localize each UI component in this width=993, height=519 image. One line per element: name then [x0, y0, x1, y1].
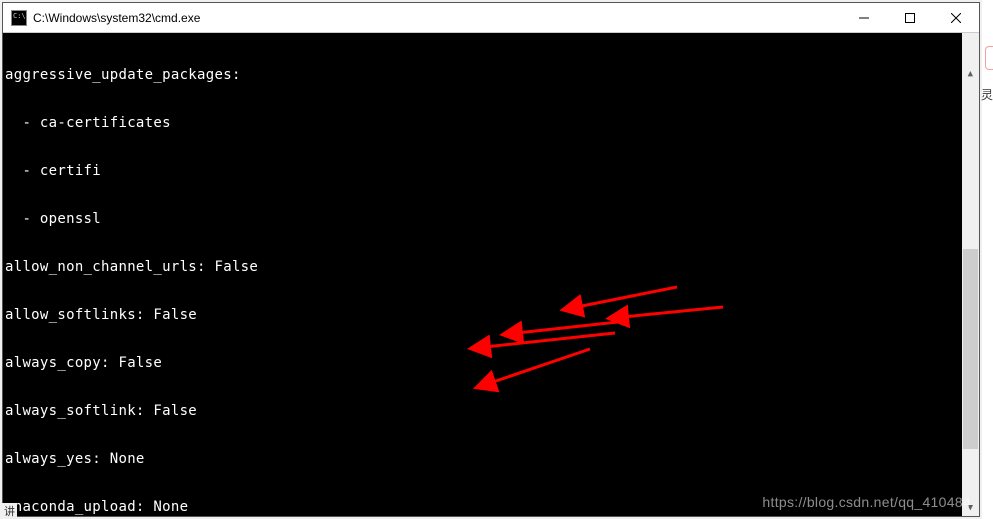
scroll-up-icon[interactable]: ▲	[962, 65, 979, 82]
maximize-button[interactable]	[887, 3, 933, 32]
output-line: - ca-certificates	[5, 115, 977, 131]
watermark-text: https://blog.csdn.net/qq_410484	[762, 494, 971, 510]
page-edge	[982, 0, 993, 519]
output-line: always_copy: False	[5, 355, 977, 371]
close-button[interactable]	[933, 3, 979, 32]
output-line: always_yes: None	[5, 451, 977, 467]
cropped-ui-fragment	[985, 46, 993, 70]
scrollbar[interactable]: ▲ ▼	[962, 33, 979, 516]
minimize-button[interactable]	[841, 3, 887, 32]
window-title: C:\Windows\system32\cmd.exe	[33, 11, 841, 25]
cmd-window: C:\Windows\system32\cmd.exe aggressive_u…	[2, 2, 980, 517]
annotation-arrow-icon	[455, 295, 637, 361]
cmd-icon	[11, 10, 27, 26]
output-line: allow_non_channel_urls: False	[5, 259, 977, 275]
output-line: always_softlink: False	[5, 403, 977, 419]
cropped-tab-fragment: 讲	[2, 503, 17, 519]
output-line: allow_softlinks: False	[5, 307, 977, 323]
output-line: - openssl	[5, 211, 977, 227]
cropped-text-fragment: 灵	[981, 86, 993, 103]
scroll-thumb[interactable]	[963, 249, 978, 449]
output-line: - certifi	[5, 163, 977, 179]
scroll-track[interactable]	[962, 114, 979, 516]
window-controls	[841, 3, 979, 32]
terminal-output[interactable]: aggressive_update_packages: - ca-certifi…	[3, 33, 979, 516]
output-line: aggressive_update_packages:	[5, 67, 977, 83]
titlebar[interactable]: C:\Windows\system32\cmd.exe	[3, 3, 979, 33]
